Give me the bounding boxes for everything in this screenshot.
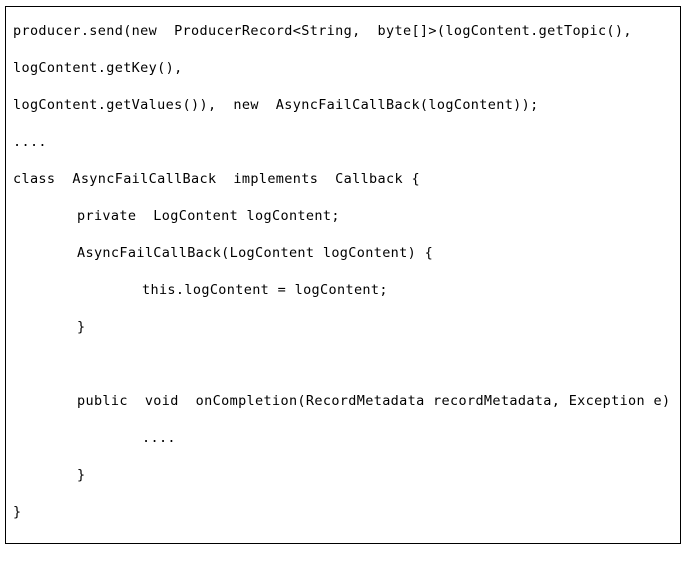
code-line: this.logContent = logContent; xyxy=(142,282,388,298)
code-line: logContent.getKey(), xyxy=(13,60,183,76)
code-line: producer.send(new ProducerRecord<String,… xyxy=(13,23,632,39)
code-line: AsyncFailCallBack(LogContent logContent)… xyxy=(77,245,434,261)
code-line: logContent.getValues()), new AsyncFailCa… xyxy=(13,97,539,113)
code-line: } xyxy=(77,467,86,483)
code-line: private LogContent logContent; xyxy=(77,208,340,224)
code-line: class AsyncFailCallBack implements Callb… xyxy=(13,171,420,187)
code-line: } xyxy=(13,504,22,520)
code-line: } xyxy=(77,319,86,335)
code-block: producer.send(new ProducerRecord<String,… xyxy=(6,7,681,543)
code-line: .... xyxy=(142,430,176,446)
code-listing-box: producer.send(new ProducerRecord<String,… xyxy=(5,6,681,544)
code-line: .... xyxy=(13,134,47,150)
code-line: public void onCompletion(RecordMetadata … xyxy=(77,393,681,409)
